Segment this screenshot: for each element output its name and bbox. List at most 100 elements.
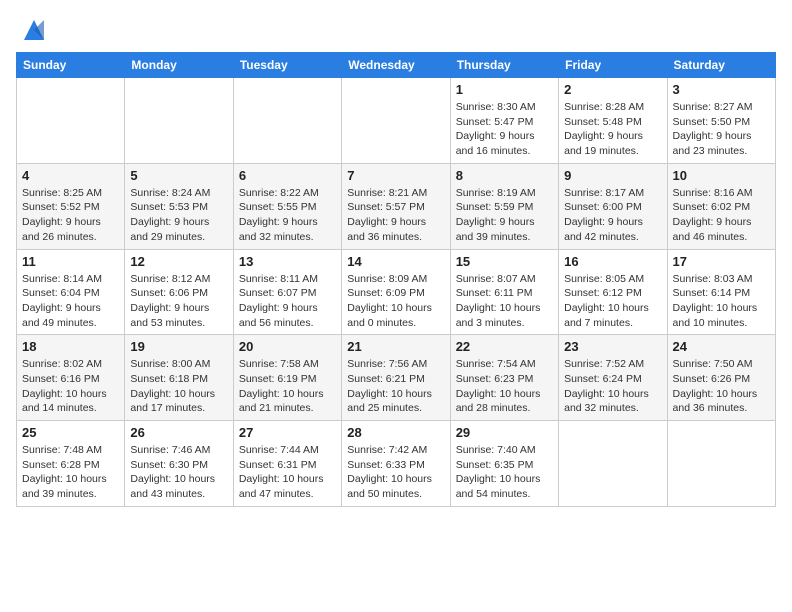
calendar-week-5: 25 Sunrise: 7:48 AM Sunset: 6:28 PM Dayli…: [17, 421, 776, 507]
weekday-header-wednesday: Wednesday: [342, 53, 450, 78]
weekday-header-thursday: Thursday: [450, 53, 558, 78]
day-number: 20: [239, 339, 336, 354]
weekday-header-row: SundayMondayTuesdayWednesdayThursdayFrid…: [17, 53, 776, 78]
day-info: Sunrise: 8:07 AM Sunset: 6:11 PM Dayligh…: [456, 272, 553, 331]
calendar-cell: 6 Sunrise: 8:22 AM Sunset: 5:55 PM Daylig…: [233, 163, 341, 249]
day-info: Sunrise: 8:25 AM Sunset: 5:52 PM Dayligh…: [22, 186, 119, 245]
weekday-header-friday: Friday: [559, 53, 667, 78]
calendar-cell: 19Sunrise: 8:00 AM Sunset: 6:18 PM Dayli…: [125, 335, 233, 421]
calendar-cell: [342, 78, 450, 164]
day-info: Sunrise: 8:30 AM Sunset: 5:47 PM Dayligh…: [456, 100, 553, 159]
day-number: 12: [130, 254, 227, 269]
day-info: Sunrise: 8:16 AM Sunset: 6:02 PM Dayligh…: [673, 186, 770, 245]
calendar-cell: 17 Sunrise: 8:03 AM Sunset: 6:14 PM Dayli…: [667, 249, 775, 335]
calendar-cell: [17, 78, 125, 164]
calendar-cell: 4 Sunrise: 8:25 AM Sunset: 5:52 PM Daylig…: [17, 163, 125, 249]
day-info: Sunrise: 8:17 AM Sunset: 6:00 PM Dayligh…: [564, 186, 661, 245]
day-number: 19: [130, 339, 227, 354]
day-info: Sunrise: 8:03 AM Sunset: 6:14 PM Dayligh…: [673, 272, 770, 331]
day-info: Sunrise: 8:02 AM Sunset: 6:16 PM Dayligh…: [22, 357, 119, 416]
day-info: Sunrise: 7:48 AM Sunset: 6:28 PM Dayligh…: [22, 443, 119, 502]
day-number: 25: [22, 425, 119, 440]
day-number: 14: [347, 254, 444, 269]
day-info: Sunrise: 7:44 AM Sunset: 6:31 PM Dayligh…: [239, 443, 336, 502]
calendar-week-3: 11 Sunrise: 8:14 AM Sunset: 6:04 PM Dayli…: [17, 249, 776, 335]
calendar-cell: [125, 78, 233, 164]
calendar-cell: 11 Sunrise: 8:14 AM Sunset: 6:04 PM Dayli…: [17, 249, 125, 335]
day-info: Sunrise: 7:50 AM Sunset: 6:26 PM Dayligh…: [673, 357, 770, 416]
day-number: 26: [130, 425, 227, 440]
calendar-cell: 20 Sunrise: 7:58 AM Sunset: 6:19 PM Dayli…: [233, 335, 341, 421]
day-number: 15: [456, 254, 553, 269]
day-info: Sunrise: 8:27 AM Sunset: 5:50 PM Dayligh…: [673, 100, 770, 159]
weekday-header-monday: Monday: [125, 53, 233, 78]
logo: [16, 16, 48, 44]
day-info: Sunrise: 7:40 AM Sunset: 6:35 PM Dayligh…: [456, 443, 553, 502]
day-number: 10: [673, 168, 770, 183]
calendar-cell: 10 Sunrise: 8:16 AM Sunset: 6:02 PM Dayli…: [667, 163, 775, 249]
weekday-header-sunday: Sunday: [17, 53, 125, 78]
day-info: Sunrise: 8:14 AM Sunset: 6:04 PM Dayligh…: [22, 272, 119, 331]
calendar-cell: [667, 421, 775, 507]
calendar-cell: 7 Sunrise: 8:21 AM Sunset: 5:57 PM Daylig…: [342, 163, 450, 249]
day-info: Sunrise: 8:05 AM Sunset: 6:12 PM Dayligh…: [564, 272, 661, 331]
day-number: 5: [130, 168, 227, 183]
logo-icon: [20, 16, 48, 44]
day-number: 2: [564, 82, 661, 97]
calendar-cell: 22 Sunrise: 7:54 AM Sunset: 6:23 PM Dayli…: [450, 335, 558, 421]
day-number: 16: [564, 254, 661, 269]
day-number: 17: [673, 254, 770, 269]
day-info: Sunrise: 8:19 AM Sunset: 5:59 PM Dayligh…: [456, 186, 553, 245]
day-number: 29: [456, 425, 553, 440]
day-info: Sunrise: 7:58 AM Sunset: 6:19 PM Dayligh…: [239, 357, 336, 416]
day-number: 23: [564, 339, 661, 354]
calendar-cell: 16 Sunrise: 8:05 AM Sunset: 6:12 PM Dayli…: [559, 249, 667, 335]
day-number: 7: [347, 168, 444, 183]
calendar-week-1: 1 Sunrise: 8:30 AM Sunset: 5:47 PM Daylig…: [17, 78, 776, 164]
day-number: 3: [673, 82, 770, 97]
page-header: [16, 16, 776, 44]
calendar-cell: 8 Sunrise: 8:19 AM Sunset: 5:59 PM Daylig…: [450, 163, 558, 249]
day-number: 24: [673, 339, 770, 354]
calendar-body: 1 Sunrise: 8:30 AM Sunset: 5:47 PM Daylig…: [17, 78, 776, 507]
calendar-cell: [559, 421, 667, 507]
weekday-header-saturday: Saturday: [667, 53, 775, 78]
calendar-cell: 2 Sunrise: 8:28 AM Sunset: 5:48 PM Daylig…: [559, 78, 667, 164]
calendar-cell: 13 Sunrise: 8:11 AM Sunset: 6:07 PM Dayli…: [233, 249, 341, 335]
calendar-cell: 25 Sunrise: 7:48 AM Sunset: 6:28 PM Dayli…: [17, 421, 125, 507]
calendar-header: SundayMondayTuesdayWednesdayThursdayFrid…: [17, 53, 776, 78]
day-info: Sunrise: 7:42 AM Sunset: 6:33 PM Dayligh…: [347, 443, 444, 502]
day-info: Sunrise: 8:21 AM Sunset: 5:57 PM Dayligh…: [347, 186, 444, 245]
calendar-cell: 18Sunrise: 8:02 AM Sunset: 6:16 PM Dayli…: [17, 335, 125, 421]
calendar-cell: [233, 78, 341, 164]
weekday-header-tuesday: Tuesday: [233, 53, 341, 78]
day-number: 28: [347, 425, 444, 440]
day-info: Sunrise: 7:52 AM Sunset: 6:24 PM Dayligh…: [564, 357, 661, 416]
day-number: 21: [347, 339, 444, 354]
calendar-cell: 29 Sunrise: 7:40 AM Sunset: 6:35 PM Dayli…: [450, 421, 558, 507]
calendar-cell: 21Sunrise: 7:56 AM Sunset: 6:21 PM Dayli…: [342, 335, 450, 421]
day-number: 8: [456, 168, 553, 183]
calendar-cell: 24 Sunrise: 7:50 AM Sunset: 6:26 PM Dayli…: [667, 335, 775, 421]
day-number: 4: [22, 168, 119, 183]
day-number: 6: [239, 168, 336, 183]
calendar-cell: 15 Sunrise: 8:07 AM Sunset: 6:11 PM Dayli…: [450, 249, 558, 335]
day-info: Sunrise: 8:11 AM Sunset: 6:07 PM Dayligh…: [239, 272, 336, 331]
day-info: Sunrise: 7:46 AM Sunset: 6:30 PM Dayligh…: [130, 443, 227, 502]
day-number: 1: [456, 82, 553, 97]
day-number: 22: [456, 339, 553, 354]
day-info: Sunrise: 8:24 AM Sunset: 5:53 PM Dayligh…: [130, 186, 227, 245]
calendar-cell: 3 Sunrise: 8:27 AM Sunset: 5:50 PM Daylig…: [667, 78, 775, 164]
day-info: Sunrise: 7:54 AM Sunset: 6:23 PM Dayligh…: [456, 357, 553, 416]
calendar-cell: 14 Sunrise: 8:09 AM Sunset: 6:09 PM Dayli…: [342, 249, 450, 335]
day-number: 13: [239, 254, 336, 269]
day-info: Sunrise: 8:09 AM Sunset: 6:09 PM Dayligh…: [347, 272, 444, 331]
day-number: 27: [239, 425, 336, 440]
day-number: 11: [22, 254, 119, 269]
calendar-cell: 28 Sunrise: 7:42 AM Sunset: 6:33 PM Dayli…: [342, 421, 450, 507]
day-info: Sunrise: 8:28 AM Sunset: 5:48 PM Dayligh…: [564, 100, 661, 159]
calendar-cell: 27 Sunrise: 7:44 AM Sunset: 6:31 PM Dayli…: [233, 421, 341, 507]
day-number: 9: [564, 168, 661, 183]
day-info: Sunrise: 8:22 AM Sunset: 5:55 PM Dayligh…: [239, 186, 336, 245]
day-info: Sunrise: 8:12 AM Sunset: 6:06 PM Dayligh…: [130, 272, 227, 331]
